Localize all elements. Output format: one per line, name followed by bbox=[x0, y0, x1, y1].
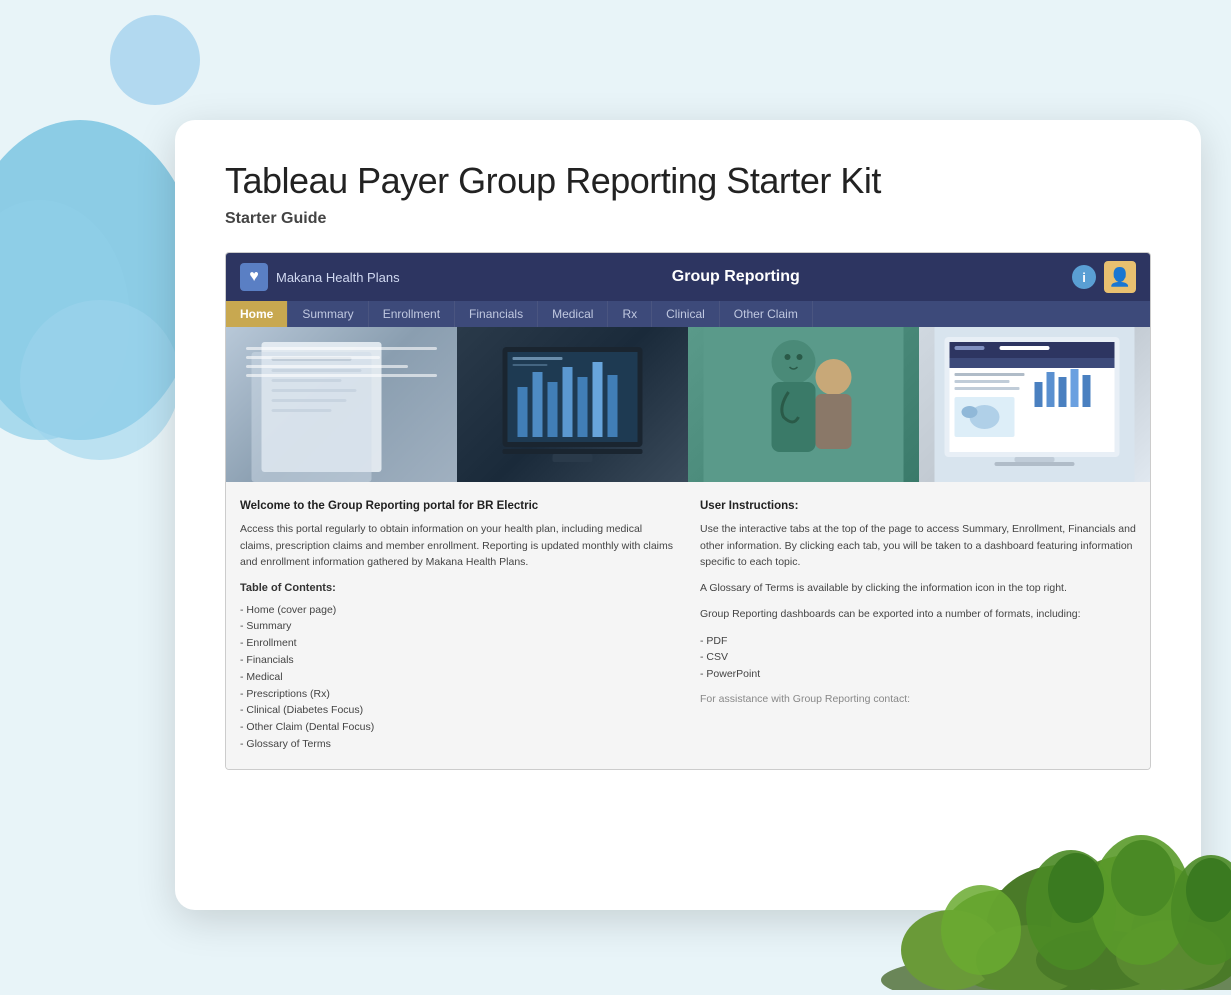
main-card: Tableau Payer Group Reporting Starter Ki… bbox=[175, 120, 1201, 910]
dashboard-content: Welcome to the Group Reporting portal fo… bbox=[226, 482, 1150, 769]
nav-home[interactable]: Home bbox=[226, 301, 288, 327]
dashboard-header: ♥ Makana Health Plans Group Reporting i … bbox=[226, 253, 1150, 301]
logo-icon: ♥ bbox=[240, 263, 268, 291]
nav-enrollment[interactable]: Enrollment bbox=[369, 301, 455, 327]
instructions-text1: Use the interactive tabs at the top of t… bbox=[700, 521, 1136, 570]
toc-title: Table of Contents: bbox=[240, 580, 676, 597]
toc-list: - Home (cover page) - Summary - Enrollme… bbox=[240, 602, 676, 753]
contact-text: For assistance with Group Reporting cont… bbox=[700, 691, 1136, 707]
image-monitor bbox=[457, 327, 688, 482]
toc-item-glossary: - Glossary of Terms bbox=[240, 736, 676, 753]
toc-item-rx: - Prescriptions (Rx) bbox=[240, 686, 676, 703]
doc-line-4 bbox=[246, 374, 437, 377]
toc-item-medical: - Medical bbox=[240, 669, 676, 686]
toc-item-clinical: - Clinical (Diabetes Focus) bbox=[240, 702, 676, 719]
header-icons: i 👤 bbox=[1072, 261, 1136, 293]
grass-decoration bbox=[681, 820, 1231, 990]
intro-text: Access this portal regularly to obtain i… bbox=[240, 521, 676, 570]
export-pdf: - PDF bbox=[700, 633, 1136, 650]
dashboard-title: Group Reporting bbox=[412, 268, 1060, 286]
image-documents bbox=[226, 327, 457, 482]
image-strip bbox=[226, 327, 1150, 482]
dashboard-frame: ♥ Makana Health Plans Group Reporting i … bbox=[225, 252, 1151, 770]
welcome-heading: Welcome to the Group Reporting portal fo… bbox=[240, 498, 676, 515]
export-formats-list: - PDF - CSV - PowerPoint bbox=[700, 633, 1136, 683]
page-subtitle: Starter Guide bbox=[225, 210, 1151, 228]
image-report bbox=[919, 327, 1150, 482]
right-column: User Instructions: Use the interactive t… bbox=[700, 498, 1136, 753]
instructions-text2: A Glossary of Terms is available by clic… bbox=[700, 580, 1136, 596]
toc-item-home: - Home (cover page) bbox=[240, 602, 676, 619]
nav-financials[interactable]: Financials bbox=[455, 301, 538, 327]
user-avatar-icon[interactable]: 👤 bbox=[1104, 261, 1136, 293]
dashboard-nav: Home Summary Enrollment Financials Medic… bbox=[226, 301, 1150, 327]
nav-clinical[interactable]: Clinical bbox=[652, 301, 720, 327]
export-powerpoint: - PowerPoint bbox=[700, 666, 1136, 683]
toc-item-financials: - Financials bbox=[240, 652, 676, 669]
doc-line-1 bbox=[246, 347, 437, 350]
instructions-text3: Group Reporting dashboards can be export… bbox=[700, 606, 1136, 622]
doc-line-3 bbox=[246, 365, 408, 368]
logo-area: ♥ Makana Health Plans bbox=[240, 263, 400, 291]
left-column: Welcome to the Group Reporting portal fo… bbox=[240, 498, 676, 753]
toc-item-other-claim: - Other Claim (Dental Focus) bbox=[240, 719, 676, 736]
toc-item-enrollment: - Enrollment bbox=[240, 635, 676, 652]
export-csv: - CSV bbox=[700, 649, 1136, 666]
instructions-heading: User Instructions: bbox=[700, 498, 1136, 515]
info-icon[interactable]: i bbox=[1072, 265, 1096, 289]
image-nurse bbox=[688, 327, 919, 482]
org-name: Makana Health Plans bbox=[276, 270, 400, 285]
page-title: Tableau Payer Group Reporting Starter Ki… bbox=[225, 160, 1151, 202]
nav-other-claim[interactable]: Other Claim bbox=[720, 301, 813, 327]
nav-rx[interactable]: Rx bbox=[608, 301, 652, 327]
nav-medical[interactable]: Medical bbox=[538, 301, 608, 327]
doc-line-2 bbox=[246, 356, 380, 359]
toc-item-summary: - Summary bbox=[240, 618, 676, 635]
nav-summary[interactable]: Summary bbox=[288, 301, 368, 327]
